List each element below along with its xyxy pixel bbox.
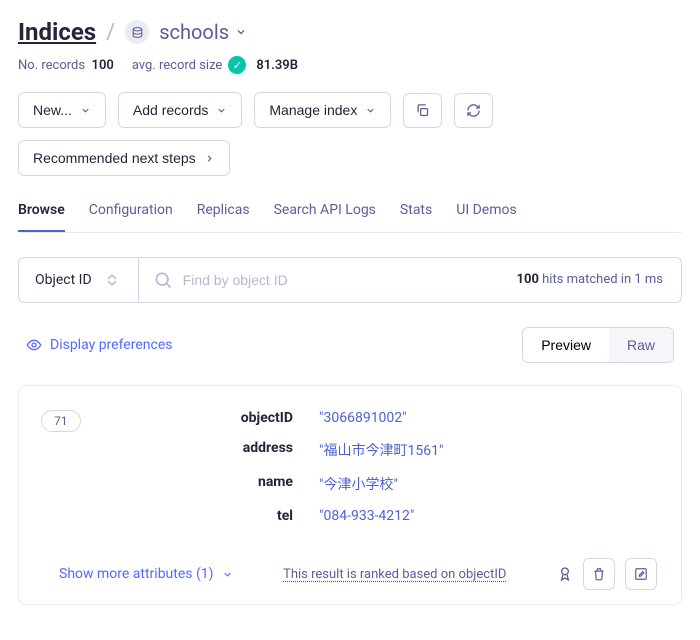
tabs: Browse Configuration Replicas Search API…	[18, 202, 682, 233]
search-result-summary: 100 hits matched in 1 ms	[499, 258, 681, 302]
add-records-button[interactable]: Add records	[118, 92, 242, 128]
new-button[interactable]: New...	[18, 92, 106, 128]
search-icon	[153, 270, 173, 290]
trash-icon	[592, 567, 606, 581]
prefs-row: Display preferences Preview Raw	[18, 327, 682, 363]
record-fields: objectID "3066891002" address "福山市今津町156…	[193, 410, 657, 524]
breadcrumb-separator: /	[106, 20, 115, 45]
edit-button[interactable]	[625, 558, 657, 590]
view-toggle: Preview Raw	[522, 327, 674, 363]
chevron-right-icon	[204, 153, 215, 164]
breadcrumb: Indices / schools	[18, 18, 682, 46]
check-icon: ✓	[228, 56, 246, 74]
records-stat: No. records 100	[18, 58, 114, 73]
record-position-badge: 71	[41, 410, 81, 432]
delete-button[interactable]	[583, 558, 615, 590]
tab-replicas[interactable]: Replicas	[197, 202, 250, 232]
index-selector[interactable]: schools	[159, 20, 247, 44]
record-actions	[557, 558, 657, 590]
display-preferences-link[interactable]: Display preferences	[26, 337, 172, 353]
record-card: 71 objectID "3066891002" address "福山市今津町…	[18, 385, 682, 605]
chevron-down-icon	[216, 105, 227, 116]
view-raw-button[interactable]: Raw	[609, 328, 673, 362]
chevron-down-icon	[222, 569, 233, 580]
field-objectid: objectID "3066891002"	[193, 410, 657, 426]
copy-button[interactable]	[403, 93, 442, 128]
search-mode-selector[interactable]: Object ID	[19, 258, 139, 302]
ribbon-icon[interactable]	[557, 564, 573, 584]
field-name: name "今津小学校"	[193, 474, 657, 494]
manage-index-button[interactable]: Manage index	[254, 92, 391, 128]
show-more-attributes[interactable]: Show more attributes (1)	[59, 566, 233, 582]
index-icon	[125, 20, 149, 44]
tab-search-api-logs[interactable]: Search API Logs	[274, 202, 376, 232]
refresh-icon	[466, 103, 481, 118]
stats-row: No. records 100 avg. record size ✓ 81.39…	[18, 56, 682, 74]
tab-stats[interactable]: Stats	[400, 202, 432, 232]
refresh-button[interactable]	[454, 93, 493, 128]
avg-size-stat: avg. record size ✓ 81.39B	[132, 56, 298, 74]
record-footer: Show more attributes (1) This result is …	[43, 558, 657, 590]
chevron-down-icon	[80, 105, 91, 116]
tab-configuration[interactable]: Configuration	[89, 202, 173, 232]
copy-icon	[415, 103, 430, 118]
tab-browse[interactable]: Browse	[18, 202, 65, 232]
search-input[interactable]	[183, 272, 485, 288]
tab-ui-demos[interactable]: UI Demos	[456, 202, 516, 232]
search-bar: Object ID 100 hits matched in 1 ms	[18, 257, 682, 303]
field-tel: tel "084-933-4212"	[193, 508, 657, 524]
recommended-next-steps-button[interactable]: Recommended next steps	[18, 140, 230, 176]
chevron-down-icon	[365, 105, 376, 116]
toolbar-row2: Recommended next steps	[18, 140, 682, 176]
breadcrumb-root[interactable]: Indices	[18, 18, 96, 46]
sort-arrows-icon	[102, 274, 122, 286]
eye-icon	[26, 337, 42, 353]
view-preview-button[interactable]: Preview	[523, 328, 609, 362]
toolbar: New... Add records Manage index	[18, 92, 682, 128]
rank-info[interactable]: This result is ranked based on objectID	[283, 567, 506, 582]
edit-icon	[634, 567, 648, 581]
field-address: address "福山市今津町1561"	[193, 440, 657, 460]
chevron-down-icon	[235, 26, 247, 38]
search-input-wrap	[139, 258, 499, 302]
index-name: schools	[159, 20, 229, 44]
